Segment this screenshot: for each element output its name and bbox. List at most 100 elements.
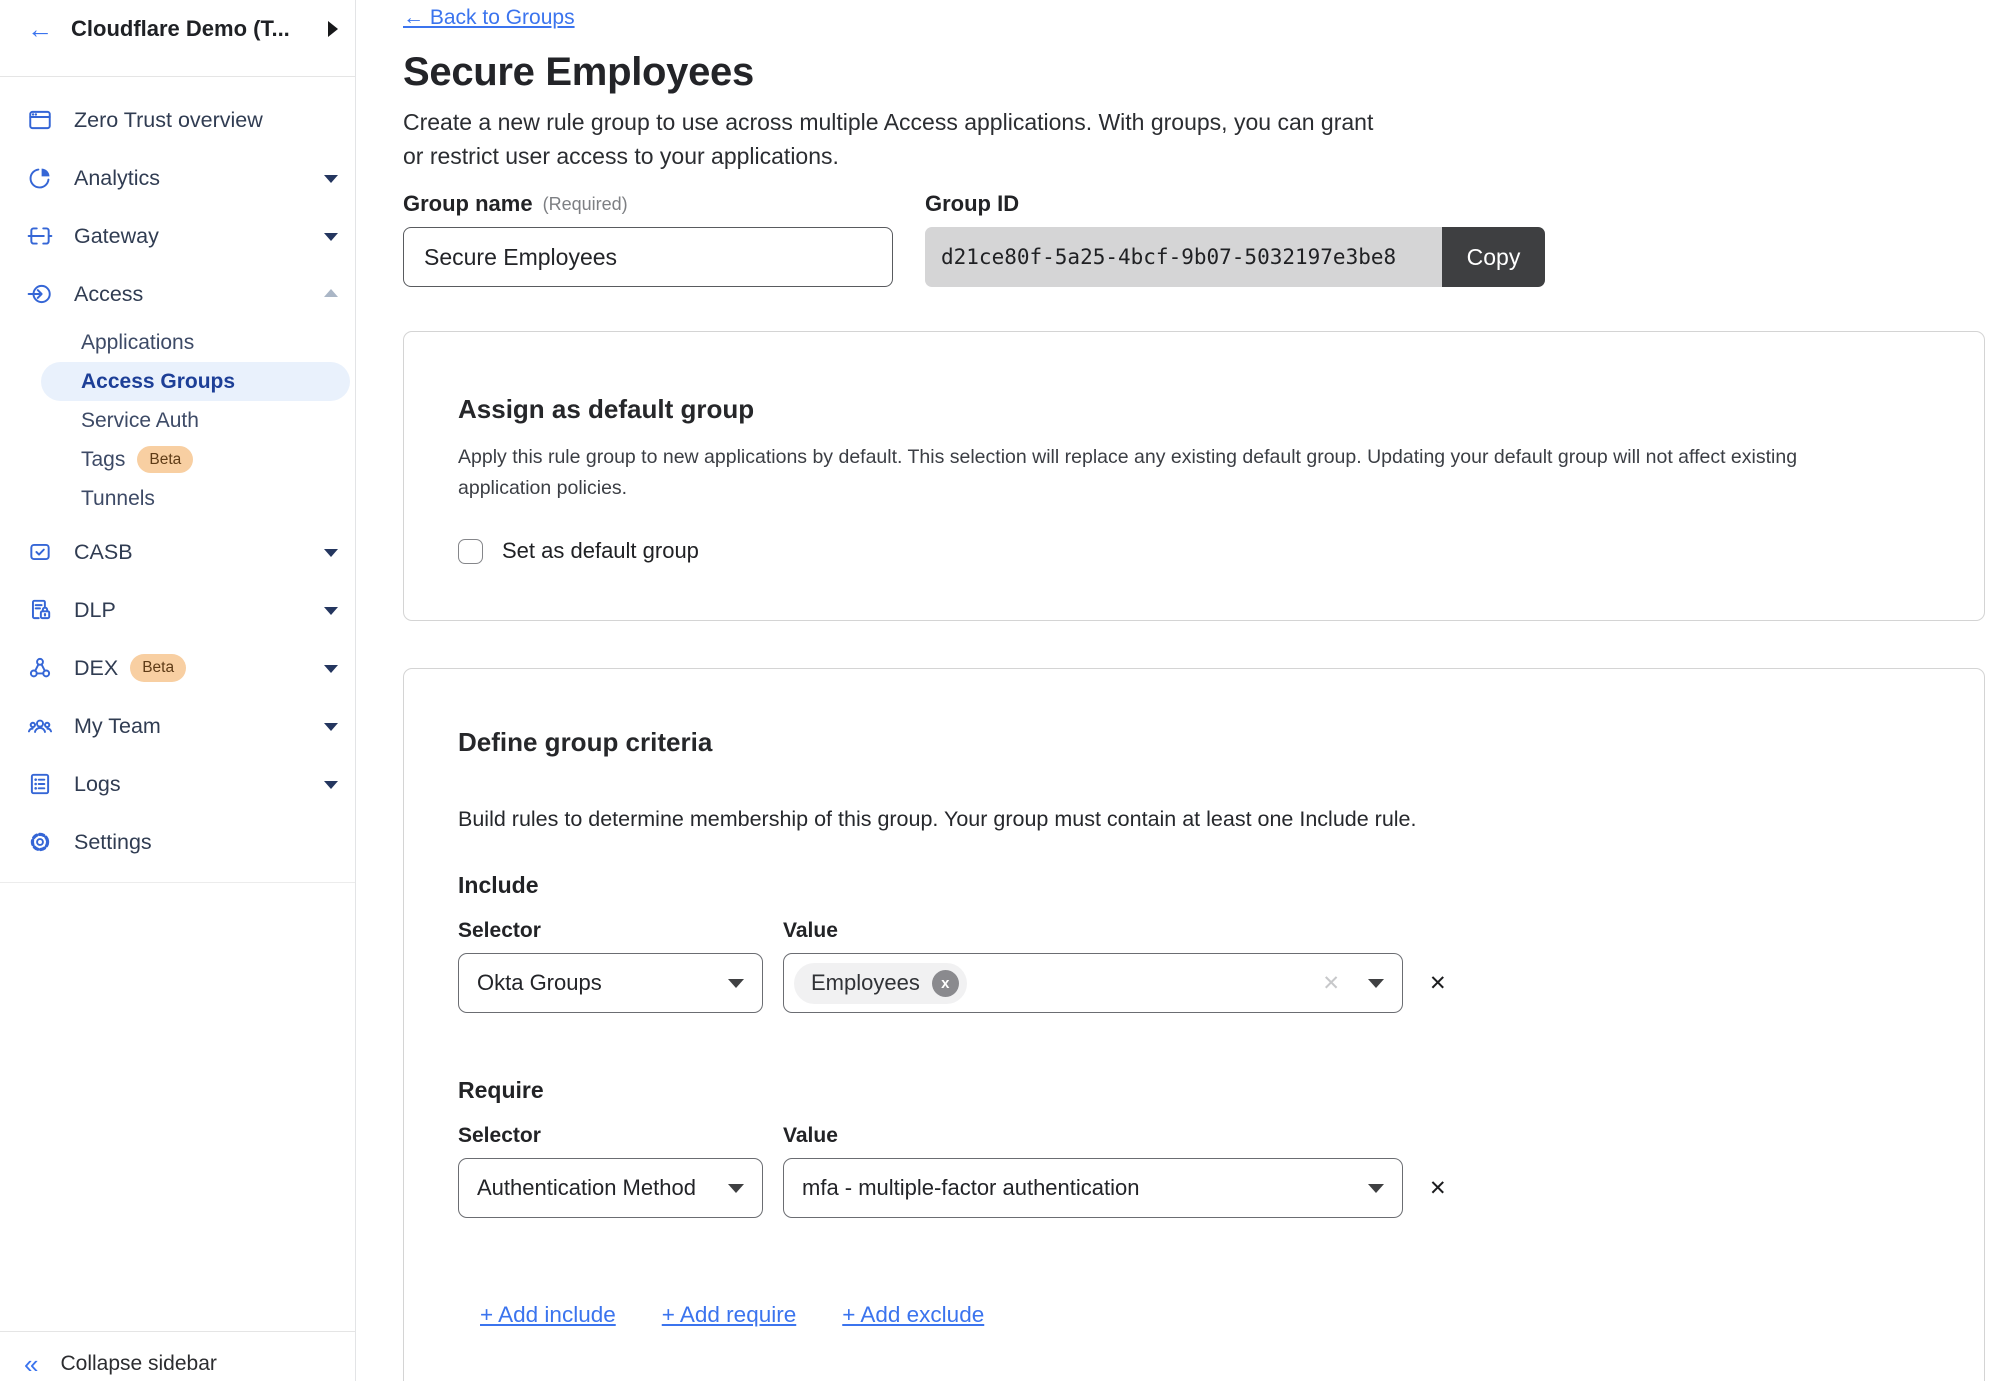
gear-icon bbox=[27, 829, 53, 855]
collapse-sidebar-label: Collapse sidebar bbox=[60, 1352, 216, 1376]
require-rule-row: Authentication Method mfa - multiple-fac… bbox=[458, 1158, 1930, 1218]
sidebar-item-label: My Team bbox=[74, 714, 161, 739]
define-group-criteria-card: Define group criteria Build rules to det… bbox=[403, 668, 1985, 1381]
chevron-down-icon[interactable] bbox=[324, 607, 338, 615]
include-value-multiselect[interactable]: Employees x ✕ bbox=[783, 953, 1403, 1013]
chevron-right-icon[interactable] bbox=[328, 21, 338, 37]
access-arrow-icon bbox=[27, 281, 53, 307]
sidebar-item-label: CASB bbox=[74, 540, 133, 565]
group-id-value: d21ce80f-5a25-4bcf-9b07-5032197e3be8 bbox=[925, 227, 1442, 287]
chevron-down-icon bbox=[728, 1184, 744, 1193]
nav-divider bbox=[0, 882, 355, 883]
sidebar-item-label: Gateway bbox=[74, 224, 159, 249]
sidebar-item-access[interactable]: Access bbox=[0, 265, 355, 323]
group-id-label: Group ID bbox=[925, 191, 1019, 217]
require-value-dropdown[interactable]: mfa - multiple-factor authentication bbox=[783, 1158, 1403, 1218]
sidebar-item-dlp[interactable]: DLP bbox=[0, 581, 355, 639]
chip-label: Employees bbox=[811, 970, 920, 996]
sidebar-item-dex[interactable]: DEX Beta bbox=[0, 639, 355, 697]
clear-value-icon[interactable]: ✕ bbox=[1322, 971, 1340, 996]
include-selector-dropdown[interactable]: Okta Groups bbox=[458, 953, 763, 1013]
sidebar-subitem-label: Service Auth bbox=[81, 409, 199, 433]
sidebar-item-access-groups[interactable]: Access Groups bbox=[41, 362, 350, 401]
sidebar: ← Cloudflare Demo (T... Zero Trust overv… bbox=[0, 0, 356, 1381]
sidebar-item-casb[interactable]: CASB bbox=[0, 523, 355, 581]
selected-option: Authentication Method bbox=[477, 1175, 696, 1201]
chevron-down-icon bbox=[1368, 1184, 1384, 1193]
sidebar-item-settings[interactable]: Settings bbox=[0, 813, 355, 871]
group-name-input[interactable] bbox=[403, 227, 893, 287]
sidebar-item-label: Zero Trust overview bbox=[74, 108, 263, 133]
app-window-icon bbox=[27, 107, 53, 133]
chevron-down-icon bbox=[728, 979, 744, 988]
sidebar-item-label: Analytics bbox=[74, 166, 160, 191]
chevron-down-icon[interactable] bbox=[324, 549, 338, 557]
sidebar-item-label: Logs bbox=[74, 772, 121, 797]
chevron-down-icon[interactable] bbox=[324, 175, 338, 183]
sidebar-item-zero-trust-overview[interactable]: Zero Trust overview bbox=[0, 91, 355, 149]
card-title: Assign as default group bbox=[458, 392, 1930, 426]
sidebar-item-analytics[interactable]: Analytics bbox=[0, 149, 355, 207]
page-title: Secure Employees bbox=[403, 50, 1999, 95]
sidebar-item-label: Settings bbox=[74, 830, 152, 855]
casb-check-icon bbox=[27, 539, 53, 565]
access-submenu: Applications Access Groups Service Auth … bbox=[0, 323, 355, 518]
remove-include-rule-icon[interactable]: ✕ bbox=[1429, 971, 1447, 996]
include-heading: Include bbox=[458, 872, 1930, 899]
add-exclude-link[interactable]: + Add exclude bbox=[842, 1302, 984, 1328]
checkbox-label: Set as default group bbox=[502, 538, 699, 564]
card-description: Build rules to determine membership of t… bbox=[458, 807, 1930, 832]
collapse-sidebar-button[interactable]: « Collapse sidebar bbox=[0, 1331, 355, 1381]
chevron-down-icon[interactable] bbox=[324, 781, 338, 789]
default-group-checkbox[interactable] bbox=[458, 539, 483, 564]
card-description: Apply this rule group to new application… bbox=[458, 442, 1930, 504]
sidebar-item-label: DLP bbox=[74, 598, 116, 623]
required-hint: (Required) bbox=[543, 194, 628, 215]
value-label: Value bbox=[783, 919, 838, 943]
sidebar-item-applications[interactable]: Applications bbox=[0, 323, 355, 362]
selector-label: Selector bbox=[458, 1124, 763, 1148]
main-content: ← Back to Groups Secure Employees Create… bbox=[356, 0, 1999, 1381]
account-name[interactable]: Cloudflare Demo (T... bbox=[71, 16, 290, 42]
copy-button[interactable]: Copy bbox=[1442, 227, 1545, 287]
chevron-down-icon[interactable] bbox=[324, 723, 338, 731]
value-label: Value bbox=[783, 1124, 838, 1148]
arrow-left-icon[interactable]: ← bbox=[27, 16, 53, 42]
selector-label: Selector bbox=[458, 919, 763, 943]
sidebar-item-logs[interactable]: Logs bbox=[0, 755, 355, 813]
chevron-down-icon bbox=[1368, 979, 1384, 988]
back-to-groups-link[interactable]: ← Back to Groups bbox=[403, 6, 575, 30]
assign-default-group-card: Assign as default group Apply this rule … bbox=[403, 331, 1985, 621]
users-icon bbox=[27, 713, 53, 739]
chevron-down-icon[interactable] bbox=[324, 233, 338, 241]
require-heading: Require bbox=[458, 1077, 1930, 1104]
group-meta-row: Group name (Required) Group ID d21ce80f-… bbox=[403, 191, 1999, 287]
include-rule-row: Okta Groups Employees x ✕ ✕ bbox=[458, 953, 1930, 1013]
sidebar-nav: Zero Trust overview Analytics Gateway Ac… bbox=[0, 77, 355, 1331]
group-id-field: d21ce80f-5a25-4bcf-9b07-5032197e3be8 Cop… bbox=[925, 227, 1545, 287]
chevron-up-icon[interactable] bbox=[324, 289, 338, 297]
selected-option: mfa - multiple-factor authentication bbox=[802, 1175, 1140, 1201]
add-require-link[interactable]: + Add require bbox=[662, 1302, 796, 1328]
add-include-link[interactable]: + Add include bbox=[480, 1302, 616, 1328]
sidebar-item-my-team[interactable]: My Team bbox=[0, 697, 355, 755]
list-document-icon bbox=[27, 771, 53, 797]
gateway-icon bbox=[27, 223, 53, 249]
chip-remove-icon[interactable]: x bbox=[932, 970, 959, 997]
sidebar-subitem-label: Tunnels bbox=[81, 487, 155, 511]
sidebar-item-service-auth[interactable]: Service Auth bbox=[0, 401, 355, 440]
sidebar-subitem-label: Tags bbox=[81, 448, 125, 472]
require-selector-dropdown[interactable]: Authentication Method bbox=[458, 1158, 763, 1218]
remove-require-rule-icon[interactable]: ✕ bbox=[1429, 1176, 1447, 1201]
set-default-group-row[interactable]: Set as default group bbox=[458, 538, 1930, 564]
sidebar-item-tags[interactable]: Tags Beta bbox=[0, 440, 355, 479]
card-title: Define group criteria bbox=[458, 725, 1930, 759]
rule-actions: + Add include + Add require + Add exclud… bbox=[480, 1302, 1930, 1328]
sidebar-subitem-label: Applications bbox=[81, 331, 194, 355]
sidebar-account-header: ← Cloudflare Demo (T... bbox=[0, 0, 355, 77]
sidebar-item-label: DEX bbox=[74, 656, 118, 681]
chevron-down-icon[interactable] bbox=[324, 665, 338, 673]
sidebar-item-gateway[interactable]: Gateway bbox=[0, 207, 355, 265]
sidebar-item-tunnels[interactable]: Tunnels bbox=[0, 479, 355, 518]
beta-badge: Beta bbox=[137, 446, 193, 474]
